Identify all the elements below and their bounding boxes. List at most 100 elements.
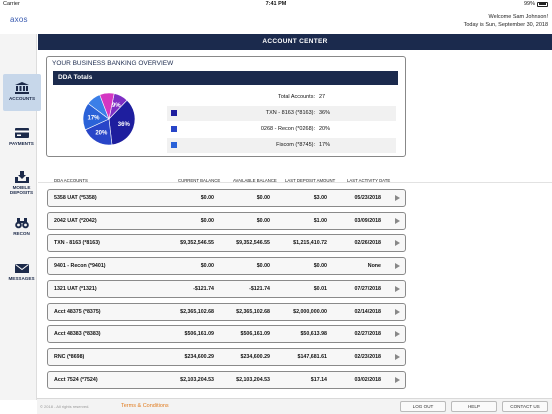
nav-accounts-label: ACCOUNTS bbox=[8, 96, 36, 101]
account-name: 1321 UAT (*1321) bbox=[54, 285, 97, 292]
welcome-message: Welcome Sam Johnson! Today is Sun, Septe… bbox=[464, 13, 548, 29]
current-balance: $234,600.29 bbox=[184, 353, 214, 360]
available-balance: $2,103,204.53 bbox=[236, 376, 270, 383]
nav-messages-label: MESSAGES bbox=[8, 276, 35, 281]
footer: © 2018 - All rights reserved. Terms & Co… bbox=[37, 398, 552, 414]
last-activity-date: 02/14/2018 bbox=[354, 308, 381, 315]
chevron-right-icon[interactable] bbox=[395, 308, 400, 315]
totals-value: 17% bbox=[319, 142, 331, 148]
totals-list: Total Accounts: 27 TXN - 8163 (*8163): 3… bbox=[167, 90, 396, 154]
account-row[interactable]: 5358 UAT (*5358) $0.00 $0.00 $3.00 05/23/201… bbox=[47, 189, 406, 207]
account-row[interactable]: Acct 7524 (*7524) $2,103,204.53 $2,103,204… bbox=[47, 370, 406, 389]
current-balance: -$121.74 bbox=[193, 285, 214, 292]
app-header: axos Welcome Sam Johnson! Today is Sun, … bbox=[0, 9, 552, 34]
last-deposit: $2,000,000.00 bbox=[293, 308, 327, 315]
envelope-icon bbox=[14, 264, 29, 273]
last-activity-date: 03/09/2018 bbox=[354, 217, 381, 224]
available-balance: $506,161.09 bbox=[240, 331, 270, 338]
account-row[interactable]: Acct 48383 (*8383) $506,161.09 $506,161.09… bbox=[47, 325, 406, 344]
available-balance: $234,600.29 bbox=[240, 353, 270, 360]
status-bar: Carrier 7:41 PM 99% bbox=[0, 0, 552, 9]
totals-label: Total Accounts: bbox=[278, 94, 315, 100]
nav-messages[interactable]: MESSAGES bbox=[3, 262, 40, 281]
contact-button[interactable]: CONTACT US bbox=[502, 401, 548, 412]
current-balance: $9,352,546.55 bbox=[180, 240, 214, 247]
account-name: 2042 UAT (*2042) bbox=[54, 217, 97, 224]
account-row[interactable]: 1321 UAT (*1321) -$121.74 -$121.74 $0.01 07/… bbox=[47, 279, 406, 298]
overview-panel: YOUR BUSINESS BANKING OVERVIEW DDA Total… bbox=[46, 56, 406, 157]
chevron-right-icon[interactable] bbox=[395, 376, 400, 383]
account-row[interactable]: TXN - 8163 (*8163) $9,352,546.55 $9,352,54… bbox=[47, 234, 406, 253]
account-row[interactable]: Acct 48375 (*8375) $2,365,102.68 $2,365,10… bbox=[47, 302, 406, 321]
last-deposit: $17.14 bbox=[310, 376, 327, 383]
chevron-right-icon[interactable] bbox=[395, 217, 400, 224]
current-balance: $0.00 bbox=[200, 263, 214, 270]
nav-recon[interactable]: RECON bbox=[3, 217, 40, 236]
available-balance: $0.00 bbox=[256, 217, 270, 224]
terms-link[interactable]: Terms & Conditions bbox=[121, 403, 169, 409]
totals-row: Fiscom (*8745): 17% bbox=[167, 138, 396, 154]
nav-mobile-deposits[interactable]: MOBILE DEPOSITS bbox=[3, 171, 40, 195]
account-name: Acct 7524 (*7524) bbox=[54, 376, 98, 383]
header-divider bbox=[38, 182, 552, 183]
last-deposit: $1,215,410.72 bbox=[293, 240, 327, 247]
sidebar: ACCOUNTS PAYMENTS MOBILE DEPOSITS RECON … bbox=[0, 34, 41, 400]
mobile-deposit-icon bbox=[14, 171, 29, 183]
current-balance: $0.00 bbox=[200, 217, 214, 224]
last-deposit: $0.01 bbox=[313, 285, 327, 292]
page-title: ACCOUNT CENTER bbox=[38, 34, 552, 50]
account-row[interactable]: 2042 UAT (*2042) $0.00 $0.00 $1.00 03/09/201… bbox=[47, 211, 406, 230]
chevron-right-icon[interactable] bbox=[395, 353, 400, 360]
bank-icon bbox=[15, 82, 29, 94]
binoculars-icon bbox=[14, 218, 29, 229]
last-deposit: $3.00 bbox=[313, 195, 327, 201]
last-activity-date: 02/26/2018 bbox=[354, 240, 381, 247]
chevron-right-icon[interactable] bbox=[395, 263, 400, 270]
last-deposit: $1.00 bbox=[313, 217, 327, 224]
account-name: 9401 - Recon (*9401) bbox=[54, 263, 106, 270]
last-activity-date: 02/27/2018 bbox=[354, 331, 381, 338]
totals-label: 0268 - Recon (*0268): bbox=[260, 126, 315, 132]
dda-totals-header: DDA Totals bbox=[53, 71, 398, 85]
chevron-right-icon[interactable] bbox=[395, 331, 400, 338]
totals-value: 20% bbox=[319, 126, 331, 132]
copyright: © 2018 - All rights reserved. bbox=[40, 404, 90, 409]
pie-slice-label: 36% bbox=[118, 122, 131, 128]
payments-icon bbox=[14, 128, 29, 138]
last-activity-date: 03/02/2018 bbox=[354, 376, 381, 383]
nav-accounts[interactable]: ACCOUNTS bbox=[3, 74, 41, 111]
current-balance: $2,103,204.53 bbox=[180, 376, 214, 383]
current-balance: $0.00 bbox=[200, 195, 214, 201]
legend-swatch bbox=[171, 110, 177, 116]
totals-label: TXN - 8163 (*8163): bbox=[265, 110, 315, 116]
available-balance: $0.00 bbox=[256, 195, 270, 201]
axos-logo: axos bbox=[10, 15, 28, 24]
nav-payments[interactable]: PAYMENTS bbox=[3, 127, 40, 146]
current-balance: $506,161.09 bbox=[184, 331, 214, 338]
totals-row: 0268 - Recon (*0268): 20% bbox=[167, 122, 396, 138]
battery-status: 99% bbox=[524, 1, 548, 7]
last-activity-date: 02/23/2018 bbox=[354, 353, 381, 360]
account-name: 5358 UAT (*5358) bbox=[54, 195, 97, 201]
account-row[interactable]: RNC (*8698) $234,600.29 $234,600.29 $147,68… bbox=[47, 347, 406, 366]
last-activity-date: 07/27/2018 bbox=[354, 285, 381, 292]
nav-payments-label: PAYMENTS bbox=[9, 141, 34, 146]
welcome-name: Welcome Sam Johnson! bbox=[488, 14, 548, 20]
help-button[interactable]: HELP bbox=[451, 401, 497, 412]
chevron-right-icon[interactable] bbox=[395, 195, 400, 201]
chevron-right-icon[interactable] bbox=[395, 285, 400, 292]
totals-row: TXN - 8163 (*8163): 36% bbox=[167, 106, 396, 122]
logout-button[interactable]: LOG OUT bbox=[400, 401, 446, 412]
nav-mobile-deposits-label: MOBILE DEPOSITS bbox=[9, 185, 34, 195]
current-balance: $2,365,102.68 bbox=[180, 308, 214, 315]
battery-percent: 99% bbox=[523, 1, 535, 7]
account-name: Acct 48383 (*8383) bbox=[54, 331, 101, 338]
last-activity-date: 05/23/2018 bbox=[354, 195, 381, 201]
legend-swatch bbox=[171, 126, 177, 132]
account-name: Acct 48375 (*8375) bbox=[54, 308, 101, 315]
chevron-right-icon[interactable] bbox=[395, 240, 400, 247]
account-row[interactable]: 9401 - Recon (*9401) $0.00 $0.00 $0.00 None bbox=[47, 257, 406, 276]
last-deposit: $147,681.61 bbox=[297, 353, 327, 360]
legend-swatch bbox=[171, 142, 177, 148]
clock: 7:41 PM bbox=[265, 1, 287, 7]
